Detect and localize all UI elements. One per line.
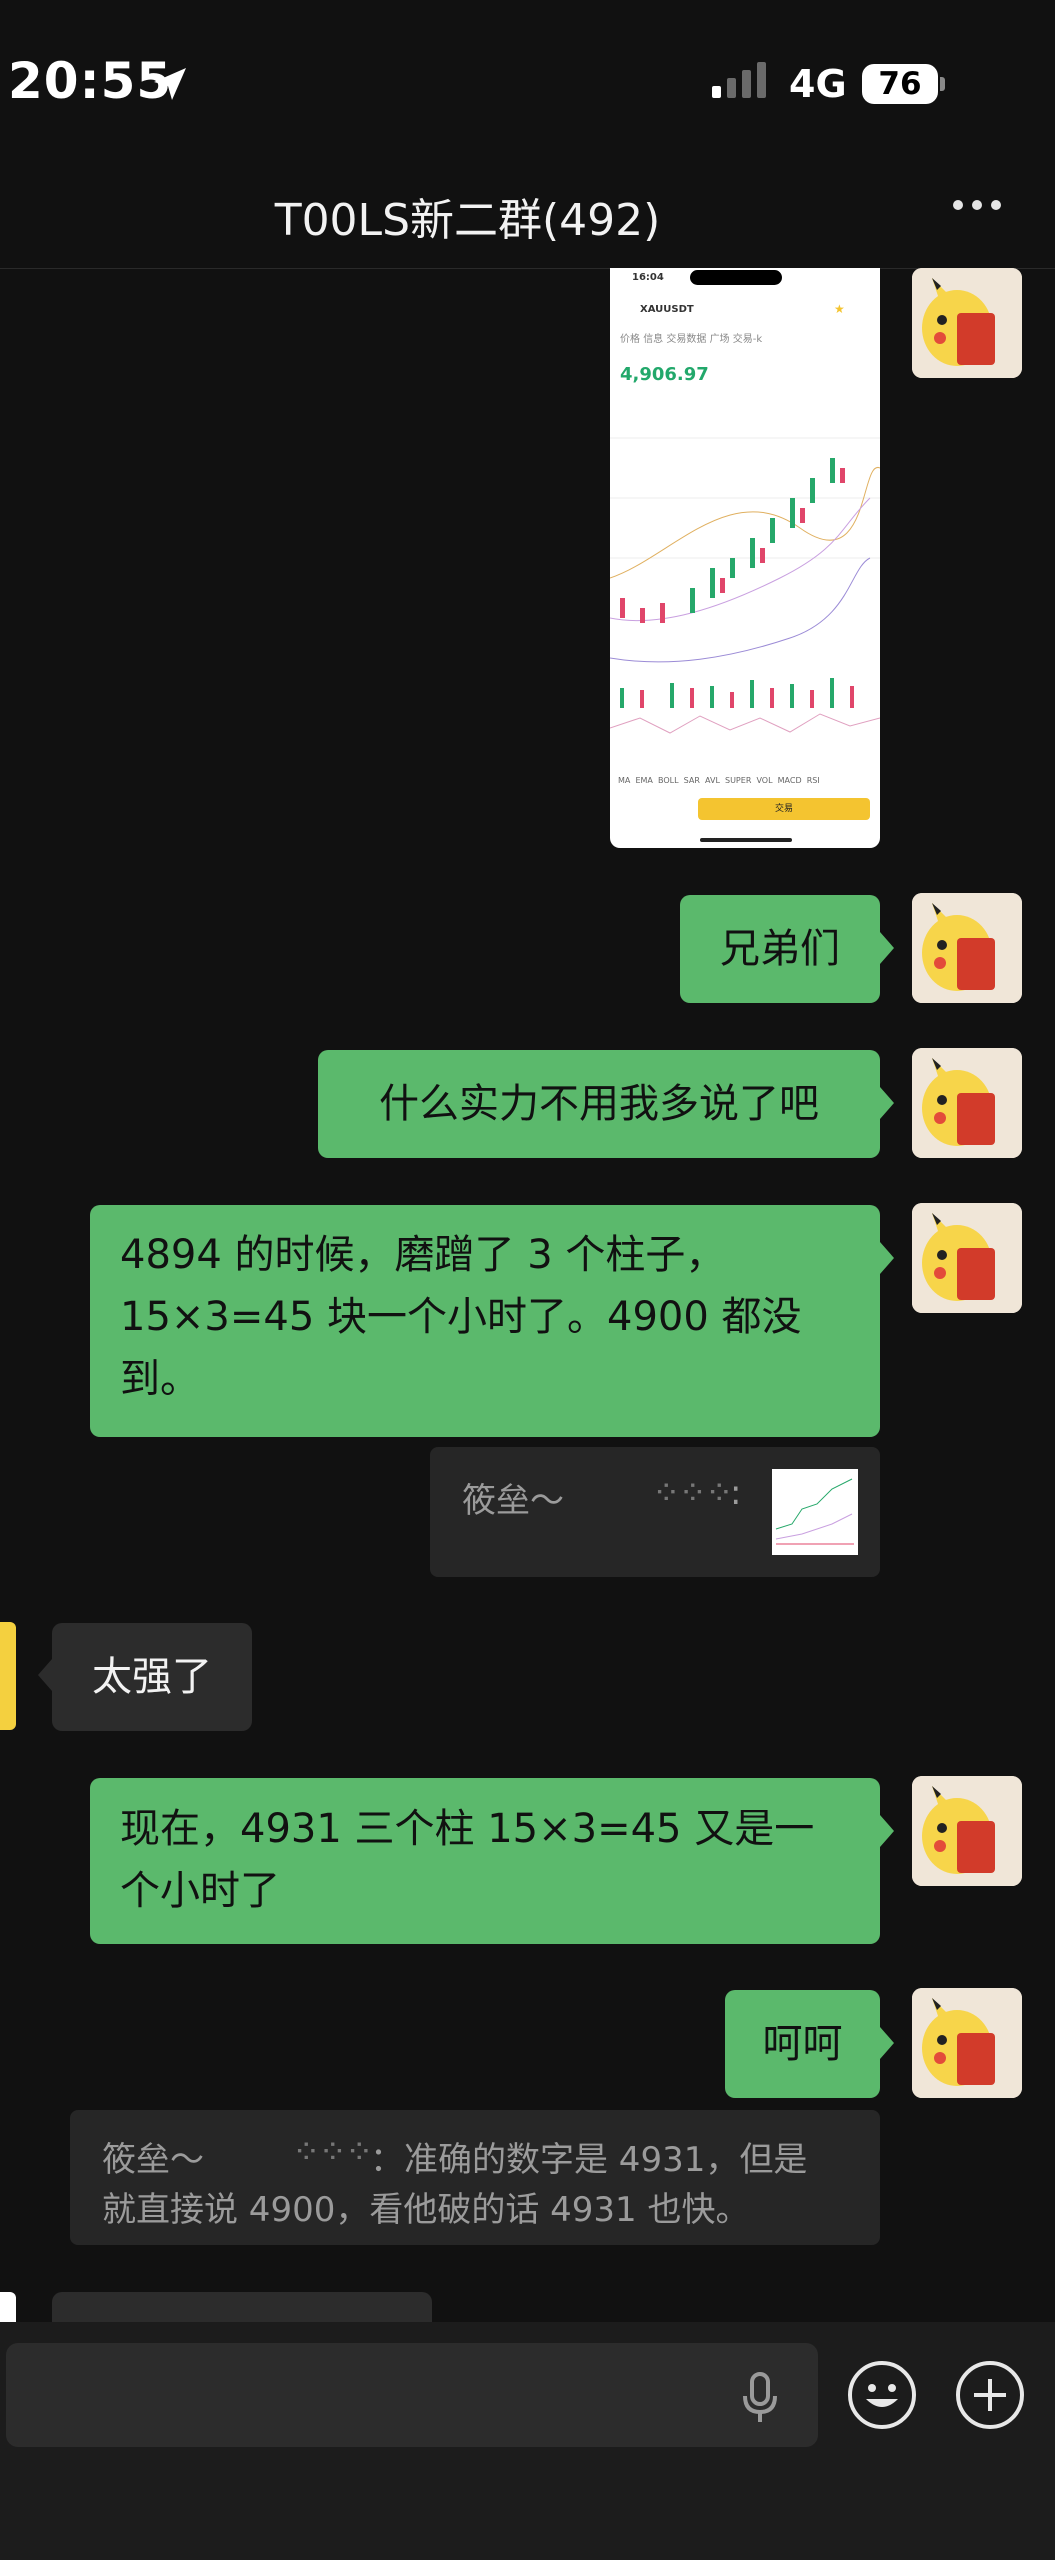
network-type: 4G: [789, 62, 847, 106]
bubble-tail: [880, 2027, 894, 2059]
battery-tip: [940, 77, 945, 91]
screenshot-price: 4,906.97: [620, 364, 709, 385]
screenshot-trade-button: 交易: [698, 798, 870, 820]
screenshot-candle-chart: [610, 437, 880, 734]
quote-text: 就直接说 4900，看他破的话 4931 也快。: [102, 2190, 750, 2230]
message-bubble[interactable]: 现在，4931 三个柱 15×3=45 又是一 个小时了: [90, 1778, 880, 1944]
message-bubble[interactable]: 兄弟们: [680, 895, 880, 1003]
redacted-name-icon: ⁘⁘⁘: [652, 1473, 733, 1513]
screenshot-status-time: 16:04: [632, 272, 664, 283]
quote-text: ：准确的数字是 4931，但是: [370, 2140, 808, 2180]
bubble-tail: [880, 1087, 894, 1119]
redacted-name-icon: ⁘⁘⁘: [292, 2132, 373, 2172]
message-line: 现在，4931 三个柱 15×3=45 又是一: [120, 1806, 815, 1852]
emoji-icon[interactable]: [848, 2361, 916, 2429]
bubble-tail: [880, 1242, 894, 1274]
quote-sender-name: 筱垒～: [462, 1481, 564, 1521]
add-icon[interactable]: [956, 2361, 1024, 2429]
message-bubble[interactable]: 什么实力不用我多说了吧: [318, 1050, 880, 1158]
signal-icon: [712, 62, 766, 98]
shared-screenshot-image[interactable]: 16:04 XAUUSDT ★ 价格 信息 交易数据 广场 交易-k 4,906…: [610, 268, 880, 848]
avatar[interactable]: [912, 268, 1022, 378]
quote-sender-name: 筱垒～: [102, 2140, 204, 2180]
battery-icon: 76: [862, 64, 938, 104]
message-line: 个小时了: [120, 1868, 280, 1914]
message-bubble[interactable]: 太强了: [52, 1623, 252, 1731]
screenshot-symbol: XAUUSDT: [640, 304, 694, 315]
message-bubble[interactable]: 呵呵: [725, 1990, 880, 2098]
location-arrow-icon: [150, 64, 190, 108]
message-input[interactable]: [6, 2343, 818, 2447]
avatar[interactable]: [912, 1203, 1022, 1313]
message-line: 4894 的时候，磨蹭了 3 个柱子，: [120, 1232, 726, 1278]
bubble-tail: [38, 1659, 52, 1691]
screenshot-indicators: MA EMA BOLL SAR AVL SUPER VOL MACD RSI: [618, 776, 820, 785]
quoted-message[interactable]: 筱垒～ ⁘⁘⁘ ：准确的数字是 4931，但是 就直接说 4900，看他破的话 …: [70, 2110, 880, 2245]
avatar[interactable]: [912, 1988, 1022, 2098]
bubble-tail: [880, 1815, 894, 1847]
bubble-tail: [880, 932, 894, 964]
message-line: 15×3=45 块一个小时了。4900 都没: [120, 1294, 802, 1340]
avatar[interactable]: [912, 893, 1022, 1003]
chat-title: T00LS新二群(492): [274, 195, 661, 246]
status-time: 20:55: [8, 52, 173, 110]
partial-avatar: [0, 1622, 16, 1730]
screenshot-tabs: 价格 信息 交易数据 广场 交易-k: [620, 334, 763, 345]
more-options-icon[interactable]: [953, 200, 1001, 210]
quoted-message[interactable]: 筱垒～ ⁘⁘⁘ :: [430, 1447, 880, 1577]
message-line: 到。: [120, 1356, 200, 1402]
message-bubble[interactable]: 4894 的时候，磨蹭了 3 个柱子， 15×3=45 块一个小时了。4900 …: [90, 1205, 880, 1437]
avatar[interactable]: [912, 1048, 1022, 1158]
avatar[interactable]: [912, 1776, 1022, 1886]
quote-colon-icon: :: [730, 1473, 742, 1513]
microphone-icon[interactable]: [742, 2372, 778, 2428]
quote-thumbnail-image: [772, 1469, 858, 1555]
